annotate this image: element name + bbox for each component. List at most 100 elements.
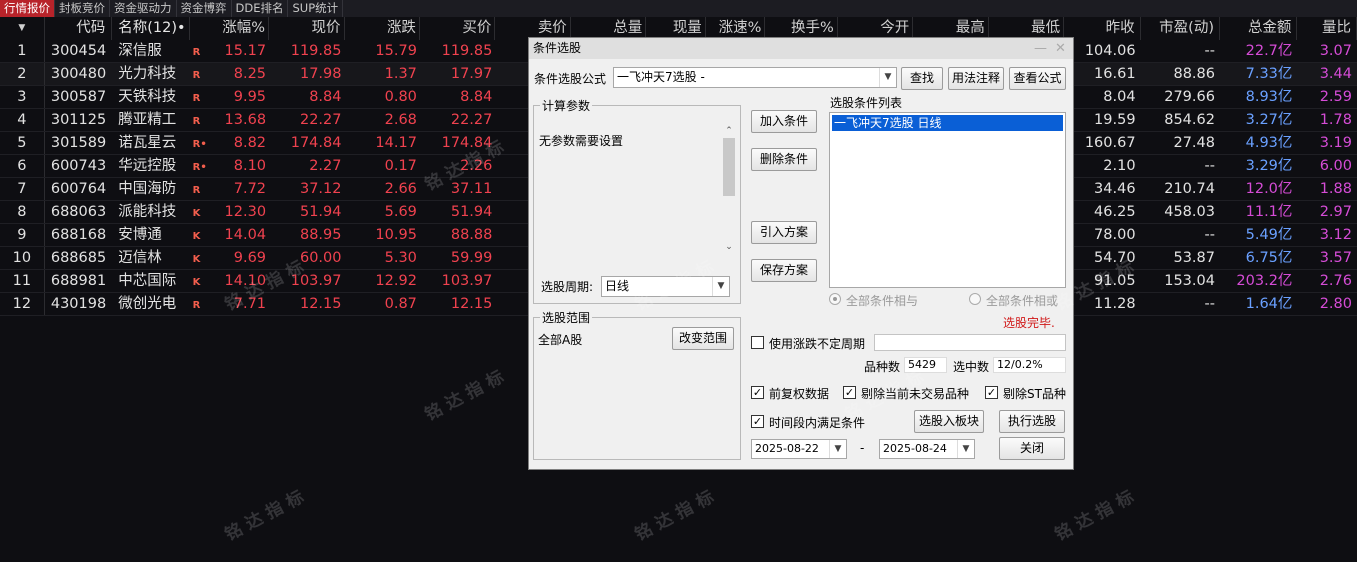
column-header-15[interactable]: 昨收 — [1064, 17, 1141, 40]
column-header-17[interactable]: 总金额 — [1220, 17, 1298, 40]
cell-bid: 59.99 — [450, 250, 493, 266]
count-value: 5429 — [904, 357, 947, 373]
cell-name: 中芯国际 — [118, 273, 177, 289]
chevron-down-icon[interactable]: ▼ — [879, 68, 896, 87]
cell-pct: K 14.04 — [190, 224, 269, 246]
cell-name: 深信服 — [118, 43, 162, 59]
exclude-st-label: 剔除ST品种 — [1003, 387, 1066, 401]
radio-and[interactable] — [829, 293, 841, 305]
params-text: 无参数需要设置 — [539, 134, 624, 148]
cell-prev: 91.05 — [1094, 273, 1136, 289]
cell-price: 22.27 — [299, 112, 342, 128]
import-scheme-button[interactable]: 引入方案 — [751, 221, 817, 244]
tab-3[interactable]: 资金博弈 — [177, 0, 232, 17]
chevron-down-icon[interactable]: ▼ — [829, 440, 846, 458]
formula-value: 一飞冲天7选股 - — [617, 70, 705, 84]
cell-name: 安博通 — [118, 227, 162, 243]
period-select[interactable]: 日线 ▼ — [601, 276, 730, 297]
cell-vr: 3.07 — [1319, 43, 1352, 59]
execute-button[interactable]: 执行选股 — [999, 410, 1065, 433]
to-block-button[interactable]: 选股入板块 — [914, 410, 984, 433]
column-header-3[interactable]: 涨幅% — [190, 17, 270, 40]
condition-select-dialog: 条件选股 — ✕ 条件选股公式 一飞冲天7选股 - ▼ 查找 用法注释 查看公式… — [528, 37, 1074, 470]
condition-list[interactable]: 一飞冲天7选股 日线 — [829, 112, 1066, 288]
chevron-down-icon[interactable]: ⌄ — [722, 242, 736, 252]
cell-pct: R 9.95 — [190, 86, 269, 108]
signal-mark: R — [192, 47, 201, 58]
close-icon[interactable]: ✕ — [1055, 38, 1066, 59]
cell-idx: 4 — [0, 109, 45, 131]
time-range-checkbox[interactable]: ✓ — [751, 415, 764, 428]
chevron-down-icon[interactable]: ▼ — [712, 277, 729, 296]
chevron-up-icon[interactable]: ⌃ — [722, 126, 736, 136]
variable-period-checkbox[interactable] — [751, 336, 764, 349]
tab-4[interactable]: DDE排名 — [232, 0, 289, 17]
column-header-4[interactable]: 现价 — [269, 17, 345, 40]
cell-amt: 12.0亿 — [1245, 181, 1293, 197]
column-header-5[interactable]: 涨跌 — [345, 17, 420, 40]
cell-name: 华远控股 — [118, 158, 177, 174]
scrollbar-thumb[interactable] — [723, 138, 735, 196]
condition-list-item[interactable]: 一飞冲天7选股 日线 — [832, 115, 1063, 131]
tab-2[interactable]: 资金驱动力 — [110, 0, 177, 17]
column-header-1[interactable]: 代码 — [45, 17, 113, 40]
cell-pct: K 9.69 — [190, 247, 269, 269]
adjust-checkbox[interactable]: ✓ — [751, 386, 764, 399]
pct-value: 9.69 — [233, 250, 267, 266]
column-header-6[interactable]: 买价 — [420, 17, 496, 40]
signal-mark: R — [192, 185, 201, 196]
save-scheme-button[interactable]: 保存方案 — [751, 259, 817, 282]
column-header-16[interactable]: 市盈(动) — [1141, 17, 1220, 40]
cell-vr: 6.00 — [1319, 158, 1352, 174]
find-button[interactable]: 查找 — [901, 67, 943, 90]
add-condition-button[interactable]: 加入条件 — [751, 110, 817, 133]
tab-0[interactable]: 行情报价 — [0, 0, 55, 17]
cell-amt: 203.2亿 — [1236, 273, 1293, 289]
condition-list-label: 选股条件列表 — [830, 96, 903, 110]
column-header-2[interactable]: 名称(12)• — [112, 17, 190, 40]
cell-pe: -- — [1204, 43, 1215, 59]
cell-idx: 3 — [0, 86, 45, 108]
tab-5[interactable]: SUP统计 — [288, 0, 344, 17]
cell-vr: 2.80 — [1319, 296, 1352, 312]
close-button[interactable]: 关闭 — [999, 437, 1065, 460]
progress-field — [874, 334, 1066, 351]
date-separator: - — [860, 441, 865, 455]
column-header-18[interactable]: 量比 — [1297, 17, 1357, 40]
tab-1[interactable]: 封板竞价 — [55, 0, 110, 17]
minimize-icon[interactable]: — — [1034, 38, 1047, 59]
view-formula-button[interactable]: 查看公式 — [1009, 67, 1066, 90]
delete-condition-button[interactable]: 删除条件 — [751, 148, 817, 171]
usage-notes-button[interactable]: 用法注释 — [948, 67, 1004, 90]
adjust-label: 前复权数据 — [769, 387, 830, 401]
cell-bid: 119.85 — [441, 43, 493, 59]
cell-price: 51.94 — [299, 204, 342, 220]
cell-chg: 0.17 — [384, 158, 417, 174]
dialog-titlebar: 条件选股 — ✕ — [529, 38, 1073, 59]
params-scrollbar[interactable]: ⌃ ⌄ — [722, 126, 736, 252]
chevron-down-icon[interactable]: ▼ — [957, 440, 974, 458]
column-header-0[interactable]: ▼ — [0, 17, 45, 40]
cell-prev: 2.10 — [1103, 158, 1136, 174]
cell-pct: R• 8.10 — [190, 155, 269, 177]
dialog-title: 条件选股 — [533, 41, 582, 55]
pct-value: 8.10 — [233, 158, 267, 174]
pct-value: 7.72 — [233, 181, 267, 197]
date-from-field[interactable]: 2025-08-22 ▼ — [751, 439, 847, 459]
cell-bid: 22.27 — [450, 112, 493, 128]
cell-idx: 11 — [0, 270, 45, 292]
cell-bid: 88.88 — [450, 227, 493, 243]
exclude-no-trade-checkbox[interactable]: ✓ — [843, 386, 856, 399]
pct-value: 13.68 — [224, 112, 267, 128]
cell-price: 88.95 — [299, 227, 342, 243]
signal-mark: R• — [192, 139, 207, 150]
radio-or[interactable] — [969, 293, 981, 305]
change-range-button[interactable]: 改变范围 — [672, 327, 734, 350]
cell-amt: 5.49亿 — [1245, 227, 1293, 243]
cell-name: 诺瓦星云 — [118, 135, 177, 151]
cell-prev: 54.70 — [1094, 250, 1136, 266]
date-to-field[interactable]: 2025-08-24 ▼ — [879, 439, 975, 459]
formula-select[interactable]: 一飞冲天7选股 - ▼ — [613, 67, 897, 88]
cell-pe: 458.03 — [1164, 204, 1215, 220]
exclude-st-checkbox[interactable]: ✓ — [985, 386, 998, 399]
